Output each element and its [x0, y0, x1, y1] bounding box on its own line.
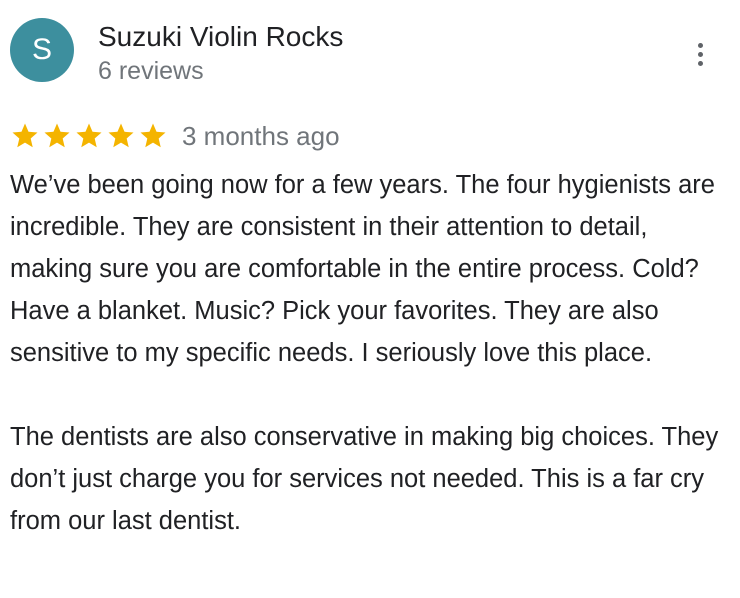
star-icon — [108, 123, 134, 148]
star-icon — [140, 123, 166, 148]
star-icon — [44, 123, 70, 148]
more-vert-icon — [697, 42, 703, 48]
more-options-button[interactable] — [686, 38, 714, 70]
avatar[interactable]: S — [10, 18, 74, 82]
avatar-letter: S — [31, 33, 52, 66]
more-vert-icon-dot — [697, 51, 703, 57]
reviewer-review-count: 6 reviews — [98, 57, 204, 85]
review-text: We’ve been going now for a few years. Th… — [10, 164, 730, 542]
rating-row: 3 months ago — [10, 119, 340, 153]
review-date: 3 months ago — [182, 121, 340, 151]
review-paragraph: We’ve been going now for a few years. Th… — [10, 171, 715, 367]
reviewer-name[interactable]: Suzuki Violin Rocks — [98, 21, 343, 53]
review-card: S Suzuki Violin Rocks 6 reviews 3 months… — [0, 0, 740, 598]
review-paragraph: The dentists are also conservative in ma… — [10, 423, 719, 535]
more-vert-icon-dot — [697, 60, 703, 66]
star-icon — [76, 123, 102, 148]
star-icon — [12, 123, 38, 148]
star-rating — [10, 121, 168, 151]
